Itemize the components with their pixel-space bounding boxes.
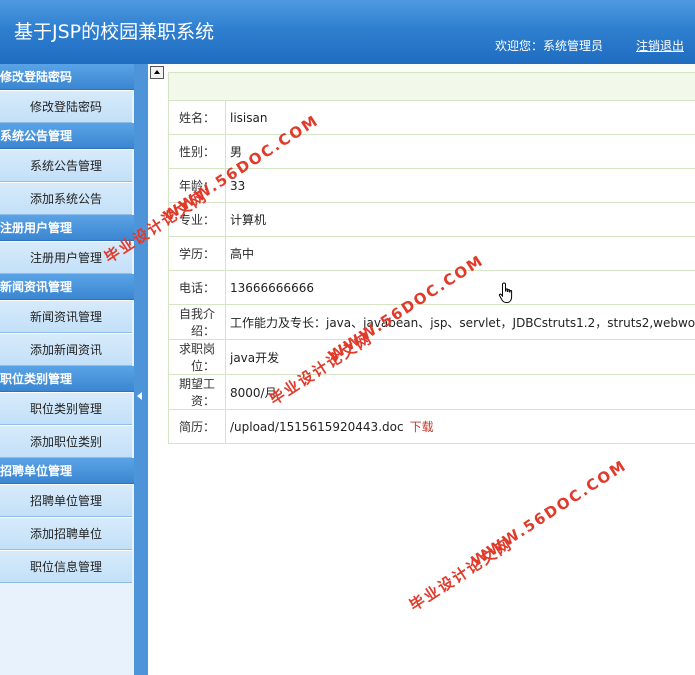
field-label-salary: 期望工资： [168, 374, 226, 410]
field-value-position: java开发 [224, 339, 695, 375]
menu-item-notice-add[interactable]: 添加系统公告 [0, 182, 132, 215]
app-header: 基于JSP的校园兼职系统 欢迎您：系统管理员 注销退出 [0, 0, 695, 64]
menu-item-employer-add[interactable]: 添加招聘单位 [0, 517, 132, 550]
field-label-phone: 电话： [168, 270, 226, 305]
menu-group-job-category[interactable]: 职位类别管理 [0, 366, 134, 392]
logout-link[interactable]: 注销退出 [636, 37, 684, 54]
sidebar-menu: 修改登陆密码 修改登陆密码 系统公告管理 系统公告管理 添加系统公告 注册用户管… [0, 64, 134, 675]
field-value-age: 33 [224, 168, 695, 203]
menu-item-job-info-manage[interactable]: 职位信息管理 [0, 550, 132, 583]
collapse-arrow-icon[interactable] [137, 392, 142, 400]
field-label-position: 求职岗位： [168, 339, 226, 375]
menu-group-notice[interactable]: 系统公告管理 [0, 123, 134, 149]
menu-group-employer[interactable]: 招聘单位管理 [0, 458, 134, 484]
field-label-name: 姓名： [168, 100, 226, 135]
table-row: 自我介绍： 工作能力及专长：java、javabean、jsp、servlet，… [168, 304, 695, 340]
frame-scroll-strip [148, 64, 167, 675]
field-label-education: 学历： [168, 236, 226, 271]
table-row: 简历： /upload/1515615920443.doc 下载 [168, 409, 695, 444]
table-header-row [168, 72, 695, 101]
welcome-text: 欢迎您：系统管理员 [495, 39, 604, 53]
field-value-major: 计算机 [224, 202, 695, 237]
triangle-up-icon [154, 70, 160, 74]
field-value-resume: /upload/1515615920443.doc 下载 [224, 409, 695, 444]
menu-item-notice-manage[interactable]: 系统公告管理 [0, 149, 132, 182]
scroll-up-button[interactable] [150, 66, 164, 79]
menu-item-job-category-manage[interactable]: 职位类别管理 [0, 392, 132, 425]
table-header-cell [168, 72, 695, 101]
field-label-gender: 性别： [168, 134, 226, 169]
table-row: 求职岗位： java开发 [168, 339, 695, 375]
menu-item-employer-manage[interactable]: 招聘单位管理 [0, 484, 132, 517]
resume-path: /upload/1515615920443.doc [229, 420, 404, 434]
table-row: 姓名： lisisan [168, 100, 695, 135]
menu-group-password[interactable]: 修改登陆密码 [0, 64, 134, 90]
field-label-resume: 简历： [168, 409, 226, 444]
menu-item-job-category-add[interactable]: 添加职位类别 [0, 425, 132, 458]
resume-detail-table: 姓名： lisisan 性别： 男 年龄： 33 专业： 计算机 学历： 高中 … [168, 72, 695, 444]
table-row: 学历： 高中 [168, 236, 695, 271]
menu-item-news-manage[interactable]: 新闻资讯管理 [0, 300, 132, 333]
download-link[interactable]: 下载 [410, 420, 434, 434]
table-row: 专业： 计算机 [168, 202, 695, 237]
field-label-intro: 自我介绍： [168, 304, 226, 340]
hand-cursor-icon [498, 282, 513, 303]
app-title: 基于JSP的校园兼职系统 [14, 21, 215, 43]
menu-item-news-add[interactable]: 添加新闻资讯 [0, 333, 132, 366]
menu-group-news[interactable]: 新闻资讯管理 [0, 274, 134, 300]
menu-group-users[interactable]: 注册用户管理 [0, 215, 134, 241]
menu-item-change-password[interactable]: 修改登陆密码 [0, 90, 132, 123]
field-value-intro: 工作能力及专长：java、javabean、jsp、servlet，JDBCst… [224, 304, 695, 340]
table-row: 期望工资： 8000/月 [168, 374, 695, 410]
sidebar-splitter[interactable] [134, 64, 148, 675]
